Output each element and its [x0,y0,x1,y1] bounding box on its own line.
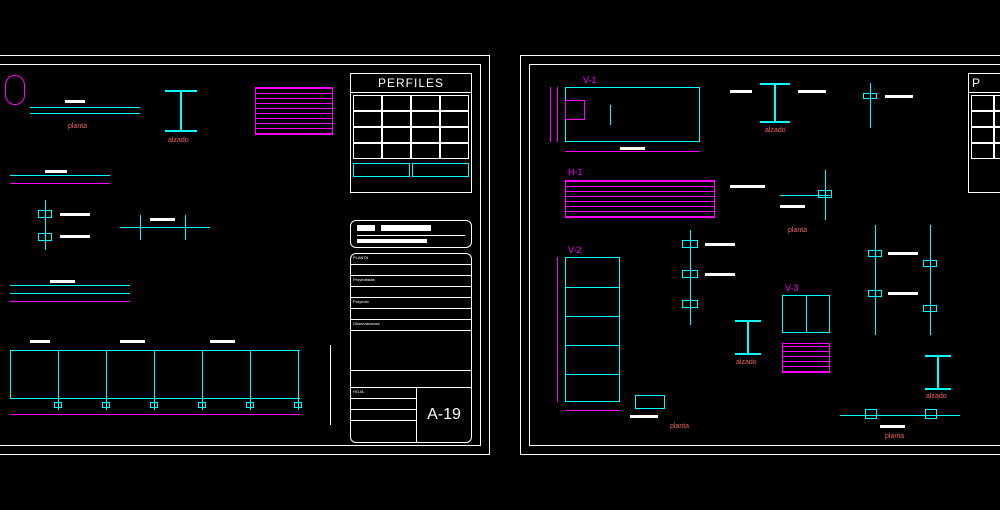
elevation-assembly [10,350,320,420]
dim-v [557,257,558,402]
clip [682,300,698,308]
title-block-header [350,220,472,248]
label-v1: V-1 [583,75,597,85]
vert-extension [330,345,331,425]
ann-bg [730,90,752,93]
angle-detail [780,170,850,225]
dim-text-bg [65,100,85,103]
v3-rect [782,295,830,333]
label-v2: V-2 [568,245,582,255]
connector-det [38,233,52,241]
dim-bg [60,213,90,216]
sheet-id: A-19 [417,388,471,442]
label-planta: planta [670,423,689,430]
title-block-main: PLANTA Proyectistas Proyecto Observacion… [350,253,472,443]
foot-det [635,395,665,409]
connector-det [38,210,52,218]
label-alzado: alzado [765,127,786,134]
clip [868,290,882,297]
ann-bg [888,292,918,295]
clip [923,305,937,312]
v3-hatch [782,343,830,373]
drawing-sheet-right: V-1 alzado H-1 planta V-2 planta alzado … [520,55,1000,455]
ann-bg [885,95,913,98]
clamp-detail [120,215,210,250]
detail-circle [5,75,25,105]
label-v3: V-3 [785,283,799,293]
detail-vert [45,200,46,250]
clip [682,270,698,278]
dim-bg [620,147,645,150]
label-alzado: alzado [736,359,757,366]
vert-det [870,83,871,128]
ann-bg [630,415,658,418]
detail-line [10,175,110,176]
rail [840,415,960,416]
sheet-inner-frame: V-1 alzado H-1 planta V-2 planta alzado … [529,64,1000,446]
col-det [930,225,931,335]
i-beam-section-sm [925,355,951,390]
perfiles-panel: PERFILES [350,73,472,193]
dim-line [10,301,130,302]
clip [682,240,698,248]
col-det [875,225,876,335]
rail-line [10,285,130,286]
section-line [30,107,140,108]
v1-rect [565,87,700,142]
label-planta: planta [788,227,807,234]
v2-rect [565,257,620,402]
i-beam-section-sm [735,320,761,355]
label-planta: planta [68,123,87,130]
i-beam-section [760,83,790,123]
dim-bg [45,170,67,173]
label-alzado: alzado [926,393,947,400]
sheet-inner-frame: alzado planta PERFILES PLANTA Proyectist… [0,64,481,446]
dim-v [557,87,558,142]
dim-bg [60,235,90,238]
clip [923,260,937,267]
clip [925,409,937,419]
dim-bg [50,280,75,283]
drawing-sheet-left: alzado planta PERFILES PLANTA Proyectist… [0,55,490,455]
mullion [610,105,611,125]
h1-panel [565,180,715,218]
section-line [30,113,140,114]
i-beam-section [165,90,197,132]
perfiles-title: PERFILES [351,74,471,93]
label-h1: H-1 [568,167,583,177]
ann-bg [705,243,735,246]
ann-bg [798,90,826,93]
label-alzado: alzado [168,137,189,144]
clip [865,409,877,419]
dim-line [10,183,110,184]
dim-line [565,151,700,152]
v1-inner [565,100,585,120]
cad-viewport[interactable]: alzado planta PERFILES PLANTA Proyectist… [0,0,1000,510]
perfiles-panel-clip: P [968,73,1000,193]
clip [868,250,882,257]
label-planta: planta [885,433,904,440]
dim-line [565,410,620,411]
dim-v [550,87,551,142]
perfiles-title: P [969,74,1000,93]
clip [863,93,877,99]
ann-bg [880,425,905,428]
rail-line [10,293,130,294]
ann-bg [730,185,765,188]
hatched-panel [255,87,333,135]
ann-bg [705,273,735,276]
ann-bg [888,252,918,255]
